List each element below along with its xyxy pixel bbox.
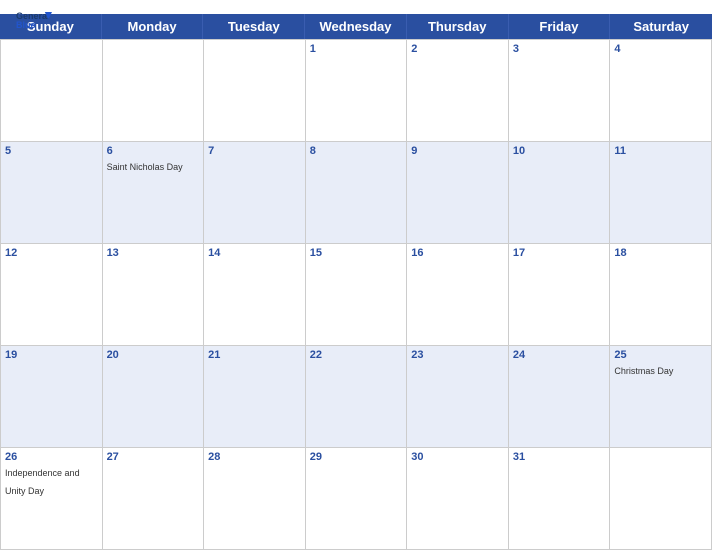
cell-date-number: 7 bbox=[208, 145, 301, 157]
calendar-cell: 21 bbox=[204, 346, 306, 448]
cell-date-number: 6 bbox=[107, 145, 200, 157]
cell-date-number: 14 bbox=[208, 247, 301, 259]
calendar-cell: 2 bbox=[407, 40, 509, 142]
cell-date-number: 19 bbox=[5, 349, 98, 361]
cell-date-number: 18 bbox=[614, 247, 707, 259]
calendar-cell: 19 bbox=[1, 346, 103, 448]
cell-date-number: 2 bbox=[411, 43, 504, 55]
calendar-cell: 13 bbox=[103, 244, 205, 346]
calendar-cell: 31 bbox=[509, 448, 611, 550]
day-header-thursday: Thursday bbox=[407, 14, 509, 39]
cell-date-number: 16 bbox=[411, 247, 504, 259]
cell-date-number: 1 bbox=[310, 43, 403, 55]
cell-event-label: Christmas Day bbox=[614, 366, 673, 376]
cell-date-number: 22 bbox=[310, 349, 403, 361]
cell-date-number: 13 bbox=[107, 247, 200, 259]
calendar-cell: 29 bbox=[306, 448, 408, 550]
calendar-cell: 3 bbox=[509, 40, 611, 142]
cell-date-number: 20 bbox=[107, 349, 200, 361]
day-header-saturday: Saturday bbox=[610, 14, 712, 39]
cell-date-number: 28 bbox=[208, 451, 301, 463]
cell-date-number: 10 bbox=[513, 145, 606, 157]
day-headers: SundayMondayTuesdayWednesdayThursdayFrid… bbox=[0, 14, 712, 39]
calendar-cell bbox=[204, 40, 306, 142]
logo-icon: General Blue bbox=[16, 8, 52, 34]
cell-date-number: 25 bbox=[614, 349, 707, 361]
cell-date-number: 3 bbox=[513, 43, 606, 55]
cell-date-number: 15 bbox=[310, 247, 403, 259]
calendar-cell: 27 bbox=[103, 448, 205, 550]
calendar-cell: 18 bbox=[610, 244, 712, 346]
calendar-cell: 15 bbox=[306, 244, 408, 346]
logo: General Blue bbox=[16, 8, 52, 34]
calendar: General Blue SundayMondayTuesdayWednesda… bbox=[0, 0, 712, 550]
calendar-cell: 11 bbox=[610, 142, 712, 244]
calendar-cell: 30 bbox=[407, 448, 509, 550]
cell-date-number: 30 bbox=[411, 451, 504, 463]
cell-event-label: Saint Nicholas Day bbox=[107, 162, 183, 172]
day-header-monday: Monday bbox=[102, 14, 204, 39]
calendar-cell: 17 bbox=[509, 244, 611, 346]
svg-text:Blue: Blue bbox=[16, 20, 36, 30]
cell-date-number: 11 bbox=[614, 145, 707, 157]
calendar-cell: 1 bbox=[306, 40, 408, 142]
calendar-cell: 4 bbox=[610, 40, 712, 142]
calendar-cell: 28 bbox=[204, 448, 306, 550]
calendar-cell: 23 bbox=[407, 346, 509, 448]
calendar-cell: 20 bbox=[103, 346, 205, 448]
cell-date-number: 29 bbox=[310, 451, 403, 463]
calendar-cell: 22 bbox=[306, 346, 408, 448]
calendar-cell: 8 bbox=[306, 142, 408, 244]
calendar-cell: 5 bbox=[1, 142, 103, 244]
cell-date-number: 27 bbox=[107, 451, 200, 463]
calendar-cell bbox=[103, 40, 205, 142]
calendar-cell bbox=[610, 448, 712, 550]
calendar-grid: 123456Saint Nicholas Day7891011121314151… bbox=[0, 39, 712, 550]
calendar-cell: 24 bbox=[509, 346, 611, 448]
cell-date-number: 21 bbox=[208, 349, 301, 361]
cell-date-number: 24 bbox=[513, 349, 606, 361]
calendar-cell: 7 bbox=[204, 142, 306, 244]
day-header-wednesday: Wednesday bbox=[305, 14, 407, 39]
calendar-cell: 25 Christmas Day bbox=[610, 346, 712, 448]
cell-date-number: 26 bbox=[5, 451, 98, 463]
calendar-cell: 26 Independence and Unity Day bbox=[1, 448, 103, 550]
calendar-cell: 12 bbox=[1, 244, 103, 346]
calendar-cell: 16 bbox=[407, 244, 509, 346]
cell-date-number: 23 bbox=[411, 349, 504, 361]
calendar-cell: 10 bbox=[509, 142, 611, 244]
cell-date-number: 8 bbox=[310, 145, 403, 157]
calendar-cell bbox=[1, 40, 103, 142]
cell-event-label: Independence and Unity Day bbox=[5, 468, 80, 496]
cell-date-number: 31 bbox=[513, 451, 606, 463]
calendar-header: General Blue bbox=[0, 0, 712, 14]
calendar-cell: 6 Saint Nicholas Day bbox=[103, 142, 205, 244]
calendar-cell: 14 bbox=[204, 244, 306, 346]
cell-date-number: 4 bbox=[614, 43, 707, 55]
calendar-cell: 9 bbox=[407, 142, 509, 244]
cell-date-number: 5 bbox=[5, 145, 98, 157]
cell-date-number: 17 bbox=[513, 247, 606, 259]
cell-date-number: 12 bbox=[5, 247, 98, 259]
day-header-tuesday: Tuesday bbox=[203, 14, 305, 39]
day-header-friday: Friday bbox=[509, 14, 611, 39]
cell-date-number: 9 bbox=[411, 145, 504, 157]
